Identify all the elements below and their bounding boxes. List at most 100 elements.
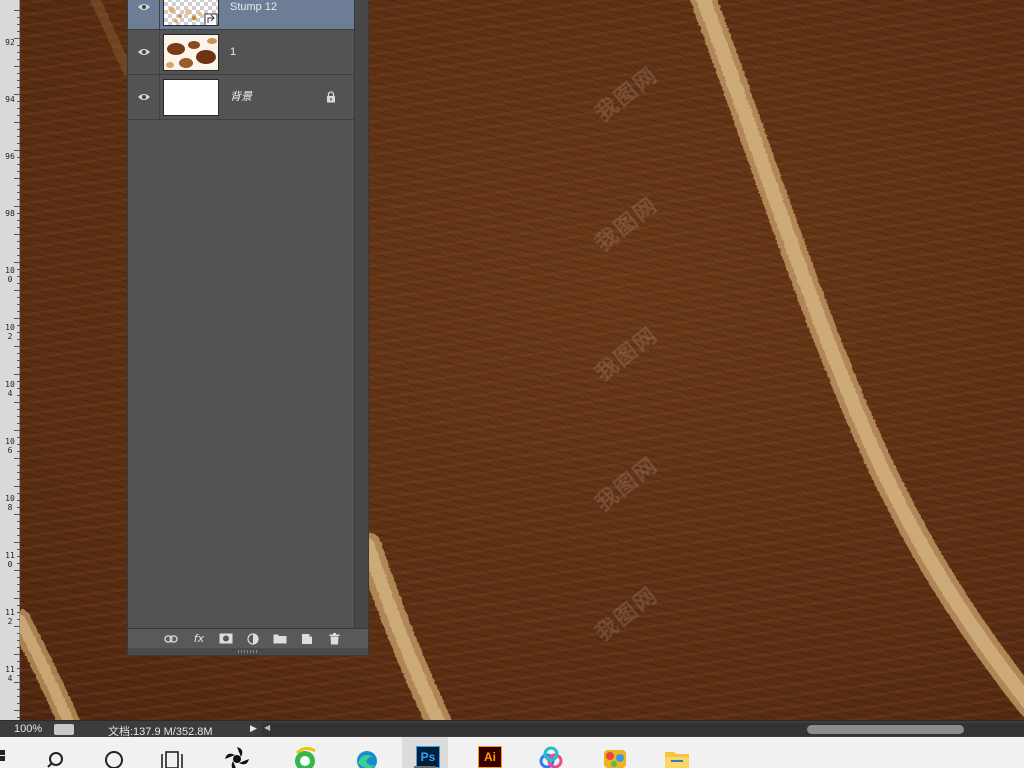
ruler-label: 92 <box>5 38 15 47</box>
ruler-tick <box>17 696 20 697</box>
ruler-tick <box>14 458 20 459</box>
layer-mask-icon[interactable] <box>217 631 235 647</box>
ruler-tick <box>17 164 20 165</box>
ruler-tick <box>17 325 20 326</box>
ruler-tick <box>17 45 20 46</box>
link-layers-icon[interactable] <box>162 631 180 647</box>
ruler-tick <box>17 493 20 494</box>
ruler-tick <box>17 227 20 228</box>
ruler-tick <box>17 388 20 389</box>
scroll-left-arrow[interactable]: ◀ <box>264 723 270 732</box>
ruler-tick <box>14 178 20 179</box>
layer-name[interactable]: 1 <box>230 44 236 60</box>
ruler-tick <box>17 80 20 81</box>
layer-row-1[interactable]: 1 <box>128 30 354 75</box>
ruler-label: 114 <box>5 665 15 683</box>
ruler-tick <box>17 605 20 606</box>
zoom-level[interactable]: 100% <box>14 723 42 735</box>
layers-scrollbar[interactable] <box>354 0 368 628</box>
colorful-app-icon[interactable] <box>592 737 638 768</box>
illustrator-label: Ai <box>478 746 502 768</box>
status-menu-arrow[interactable]: ▶ <box>250 723 257 734</box>
scrollbar-thumb[interactable] <box>807 725 964 734</box>
eye-icon <box>138 49 150 55</box>
ruler-tick <box>14 710 20 711</box>
ruler-tick <box>17 689 20 690</box>
horizontal-scrollbar[interactable]: ◀ <box>262 723 1024 736</box>
task-view-icon[interactable] <box>150 737 196 768</box>
layers-panel[interactable]: Stump 12 1 背景 fx <box>127 0 369 656</box>
ruler-tick <box>17 17 20 18</box>
ruler-tick <box>14 570 20 571</box>
cortana-icon[interactable] <box>92 737 138 768</box>
visibility-toggle[interactable] <box>128 30 160 74</box>
ruler-tick <box>14 654 20 655</box>
start-icon[interactable] <box>0 737 16 768</box>
ruler-tick <box>17 521 20 522</box>
ruler-tick <box>14 402 20 403</box>
ruler-tick <box>17 661 20 662</box>
ruler-tick <box>17 717 20 718</box>
ruler-label: 112 <box>5 608 15 626</box>
ruler-label: 98 <box>5 209 15 218</box>
ruler-tick <box>17 381 20 382</box>
ruler-tick <box>17 129 20 130</box>
ruler-tick <box>17 157 20 158</box>
trash-icon[interactable] <box>325 631 343 647</box>
browser-360-icon[interactable] <box>282 737 328 768</box>
ruler-tick <box>14 262 20 263</box>
ruler-tick <box>17 297 20 298</box>
ruler-tick <box>17 584 20 585</box>
group-folder-icon[interactable] <box>271 631 289 647</box>
ruler-tick <box>17 192 20 193</box>
photoshop-icon[interactable]: Ps <box>402 737 448 768</box>
ruler-tick <box>17 647 20 648</box>
ruler-tick <box>14 94 20 95</box>
ruler-tick <box>14 598 20 599</box>
layer-row-stump-12[interactable]: Stump 12 <box>128 0 354 30</box>
vertical-ruler[interactable]: 92 94 96 98 100 102 104 106 108 110 112 … <box>0 0 20 720</box>
ruler-tick <box>17 675 20 676</box>
visibility-toggle[interactable] <box>128 0 160 29</box>
fx-icon[interactable]: fx <box>190 631 208 647</box>
panel-resize-handle[interactable] <box>128 648 368 655</box>
ruler-tick <box>17 395 20 396</box>
fan-app-icon[interactable] <box>214 737 260 768</box>
ruler-tick <box>17 283 20 284</box>
adjustment-layer-icon[interactable] <box>244 631 262 647</box>
ruler-tick <box>14 682 20 683</box>
edge-icon[interactable] <box>344 737 390 768</box>
layer-name[interactable]: Stump 12 <box>230 0 277 15</box>
file-explorer-icon[interactable] <box>654 737 700 768</box>
ruler-tick <box>14 346 20 347</box>
ruler-tick <box>17 500 20 501</box>
ruler-label: 110 <box>5 551 15 569</box>
status-toggle-icon[interactable] <box>54 724 74 735</box>
baidu-netdisk-icon[interactable] <box>528 737 574 768</box>
new-layer-icon[interactable] <box>298 631 316 647</box>
ruler-tick <box>17 528 20 529</box>
search-icon[interactable] <box>32 737 78 768</box>
ruler-tick <box>17 563 20 564</box>
layer-thumbnail <box>163 34 219 71</box>
ruler-tick <box>14 626 20 627</box>
ruler-tick <box>17 52 20 53</box>
lock-icon[interactable] <box>326 91 336 103</box>
visibility-toggle[interactable] <box>128 75 160 119</box>
ruler-tick <box>14 374 20 375</box>
layer-name[interactable]: 背景 <box>230 89 252 105</box>
layer-row-background[interactable]: 背景 <box>128 75 354 120</box>
ruler-tick <box>14 206 20 207</box>
illustrator-icon[interactable]: Ai <box>464 737 510 768</box>
ruler-tick <box>17 59 20 60</box>
ruler-tick <box>17 332 20 333</box>
ruler-tick <box>17 171 20 172</box>
ruler-tick <box>17 451 20 452</box>
ruler-label: 104 <box>5 380 15 398</box>
ruler-tick <box>14 514 20 515</box>
ruler-tick <box>17 248 20 249</box>
ruler-tick <box>14 122 20 123</box>
ruler-tick <box>17 360 20 361</box>
ruler-tick <box>17 213 20 214</box>
windows-taskbar: Ps Ai <box>0 737 1024 768</box>
